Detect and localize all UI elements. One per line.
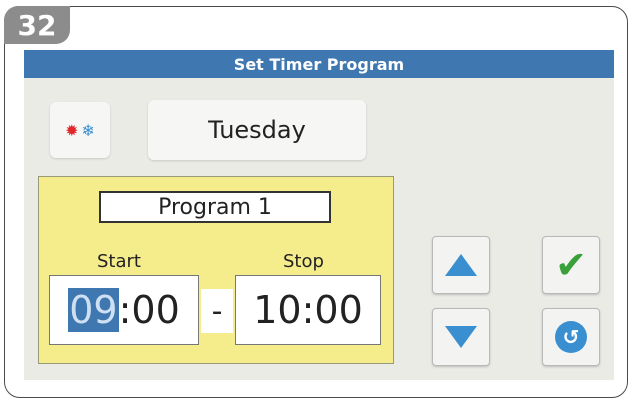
day-selector[interactable]: Tuesday (148, 100, 366, 160)
stop-time-field[interactable]: 10:00 (235, 275, 381, 345)
start-label: Start (97, 251, 141, 272)
increase-button[interactable] (432, 236, 490, 294)
snowflake-icon: ❄ (81, 120, 95, 140)
program-name-field[interactable]: Program 1 (99, 191, 331, 223)
checkmark-icon: ✔ (555, 243, 587, 287)
time-separator: - (201, 289, 233, 333)
screen-title: Set Timer Program (24, 50, 614, 78)
heat-cool-mode-button[interactable]: ✹ ❄ (50, 102, 110, 158)
confirm-button[interactable]: ✔ (542, 236, 600, 294)
return-icon: ↺ (555, 321, 587, 353)
program-panel: Program 1 Start Stop 09:00 - 10:00 (38, 176, 394, 364)
step-number-badge: 32 (4, 6, 70, 44)
timer-screen: Set Timer Program ✹ ❄ Tuesday Program 1 … (24, 50, 614, 380)
back-button[interactable]: ↺ (542, 308, 600, 366)
start-minutes: :00 (118, 288, 180, 332)
decrease-button[interactable] (432, 308, 490, 366)
start-hour-selected[interactable]: 09 (68, 288, 119, 332)
stop-label: Stop (283, 251, 324, 272)
sun-icon: ✹ (65, 120, 79, 140)
start-time-field[interactable]: 09:00 (49, 275, 199, 345)
down-arrow-icon (445, 326, 477, 348)
up-arrow-icon (445, 254, 477, 276)
